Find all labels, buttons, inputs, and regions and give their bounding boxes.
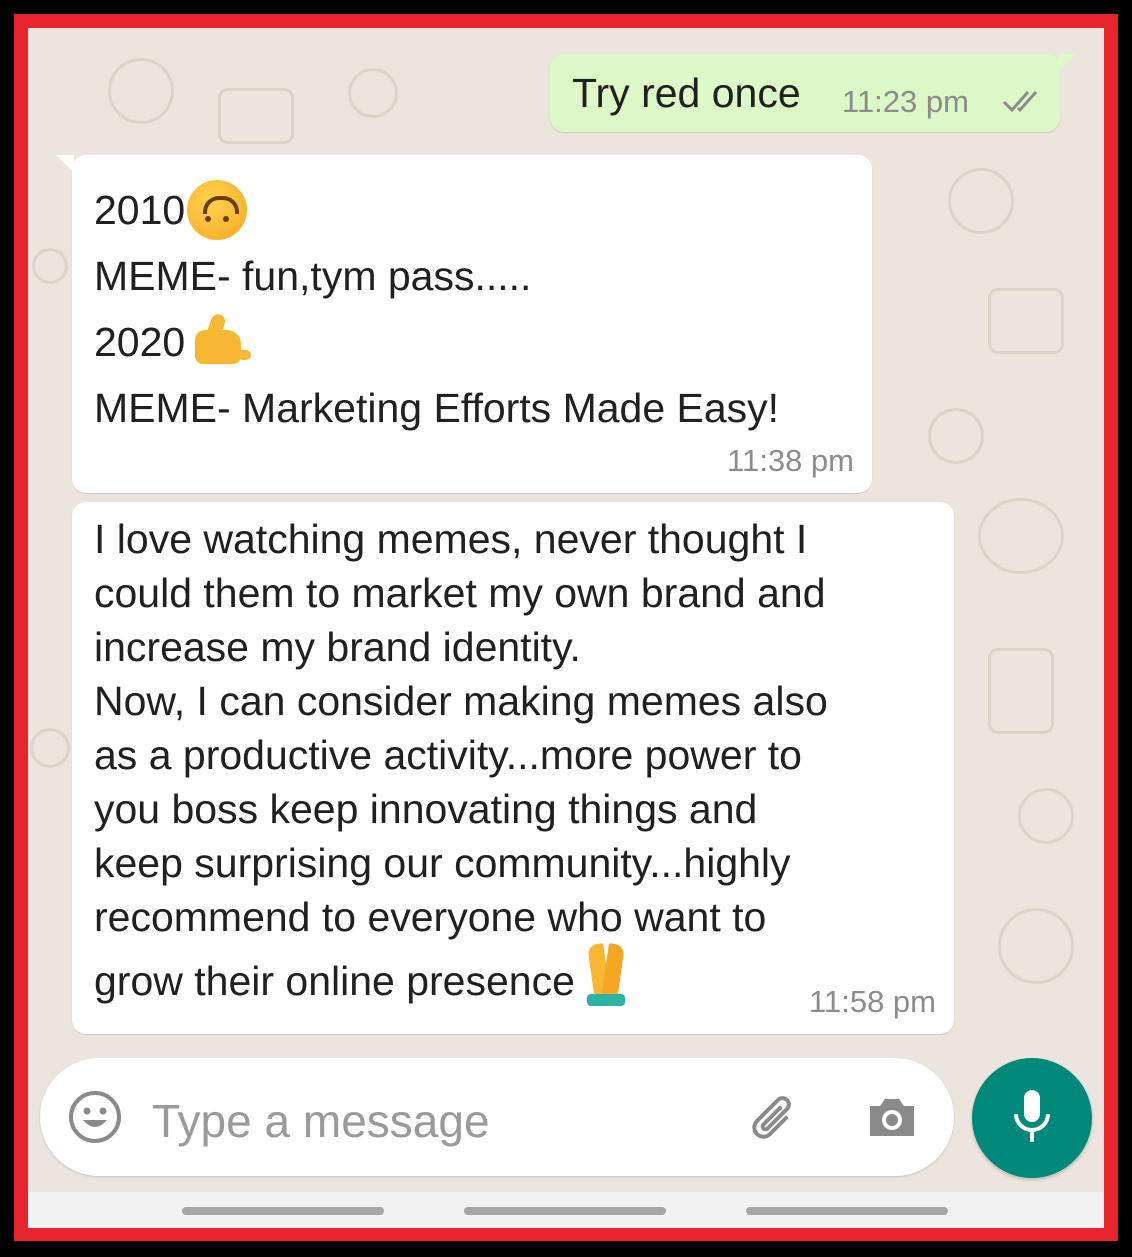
system-nav-bar (28, 1192, 1104, 1228)
message-text: MEME- fun,tym pass..... (94, 253, 532, 299)
wallpaper-doodle (348, 68, 398, 118)
wallpaper-doodle (108, 58, 174, 124)
wallpaper-doodle (998, 908, 1074, 984)
bubble-tail (1058, 54, 1076, 72)
incoming-message[interactable]: 2010 MEME- fun,tym pass..... 2020 MEME- … (56, 155, 872, 493)
bubble-tail (56, 155, 74, 173)
emoji-icon[interactable] (68, 1090, 122, 1144)
attach-icon[interactable] (746, 1088, 806, 1148)
wallpaper-doodle (988, 648, 1054, 734)
incoming-message[interactable]: I love watching memes, never thought I c… (72, 502, 954, 1034)
message-text: Try red once (572, 70, 801, 116)
message-text: 2010 (94, 187, 186, 233)
message-line: 2020 (94, 309, 779, 375)
double-check-icon (1002, 88, 1046, 119)
message-input[interactable]: Type a message (152, 1094, 490, 1148)
message-composer[interactable]: Type a message (40, 1058, 954, 1176)
message-text: MEME- Marketing Efforts Made Easy! (94, 385, 780, 431)
camera-icon[interactable] (862, 1088, 922, 1148)
message-text: 2020 (94, 319, 186, 365)
wallpaper-doodle (988, 288, 1064, 354)
chat-screen: Try red once 11:23 pm 2010 MEME- fun,tym… (28, 28, 1104, 1228)
wallpaper-doodle (30, 728, 70, 768)
call-me-hand-emoji (187, 312, 252, 370)
message-line: MEME- Marketing Efforts Made Easy! (94, 375, 779, 441)
message-time: 11:38 pm (727, 443, 854, 478)
message-time: 11:58 pm (809, 984, 936, 1019)
nav-home-pill[interactable] (464, 1207, 666, 1215)
nav-back-pill[interactable] (746, 1207, 948, 1215)
message-line: MEME- fun,tym pass..... (94, 243, 779, 309)
nav-recents-pill[interactable] (182, 1207, 384, 1215)
message-text: I love watching memes, never thought I c… (94, 516, 828, 1004)
microphone-icon (1014, 1090, 1050, 1142)
wallpaper-doodle (948, 168, 1014, 234)
message-time: 11:23 pm (842, 84, 969, 119)
wallpaper-doodle (978, 498, 1064, 574)
wallpaper-doodle (928, 408, 984, 464)
wallpaper-doodle (1018, 788, 1074, 844)
wallpaper-doodle (32, 248, 68, 284)
folded-hands-emoji (579, 943, 633, 1008)
microphone-button[interactable] (972, 1058, 1092, 1178)
wallpaper-doodle (218, 88, 294, 144)
message-line: 2010 (94, 177, 779, 243)
outgoing-message[interactable]: Try red once 11:23 pm (550, 54, 1076, 132)
upside-down-face-emoji (187, 180, 248, 240)
